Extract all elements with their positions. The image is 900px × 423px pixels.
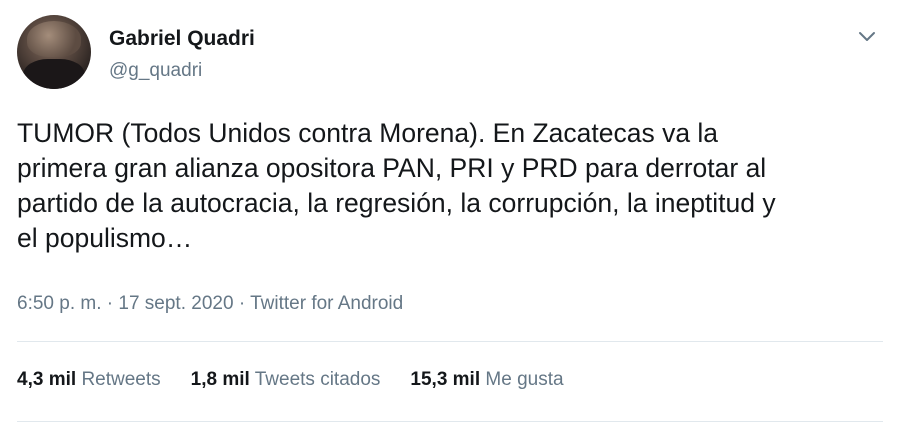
- retweets-stat[interactable]: 4,3 mil Retweets: [17, 369, 161, 391]
- author-name[interactable]: Gabriel Quadri: [109, 27, 255, 51]
- tweet-date[interactable]: 17 sept. 2020: [118, 293, 233, 314]
- quote-tweets-label: Tweets citados: [254, 369, 381, 390]
- quote-tweets-count: 1,8 mil: [190, 369, 250, 390]
- likes-stat[interactable]: 15,3 mil Me gusta: [410, 369, 563, 391]
- chevron-down-icon[interactable]: [858, 31, 876, 43]
- tweet-meta: 6:50 p. m. · 17 sept. 2020 · Twitter for…: [17, 293, 403, 315]
- avatar[interactable]: [17, 15, 91, 89]
- author-handle[interactable]: @g_quadri: [109, 60, 202, 82]
- tweet-text: TUMOR (Todos Unidos contra Morena). En Z…: [17, 118, 776, 253]
- tweet-time[interactable]: 6:50 p. m.: [17, 293, 102, 314]
- avatar-hair: [27, 21, 81, 57]
- avatar-body: [23, 59, 85, 89]
- tweet-stats: 4,3 mil Retweets 1,8 mil Tweets citados …: [17, 369, 594, 391]
- retweets-label: Retweets: [81, 369, 161, 390]
- tweet-source[interactable]: Twitter for Android: [250, 293, 403, 314]
- retweets-count: 4,3 mil: [17, 369, 77, 390]
- divider: [17, 421, 883, 422]
- meta-separator: ·: [238, 293, 246, 314]
- likes-count: 15,3 mil: [410, 369, 481, 390]
- meta-separator: ·: [106, 293, 114, 314]
- quote-tweets-stat[interactable]: 1,8 mil Tweets citados: [191, 369, 381, 391]
- likes-label: Me gusta: [485, 369, 564, 390]
- divider: [17, 341, 883, 342]
